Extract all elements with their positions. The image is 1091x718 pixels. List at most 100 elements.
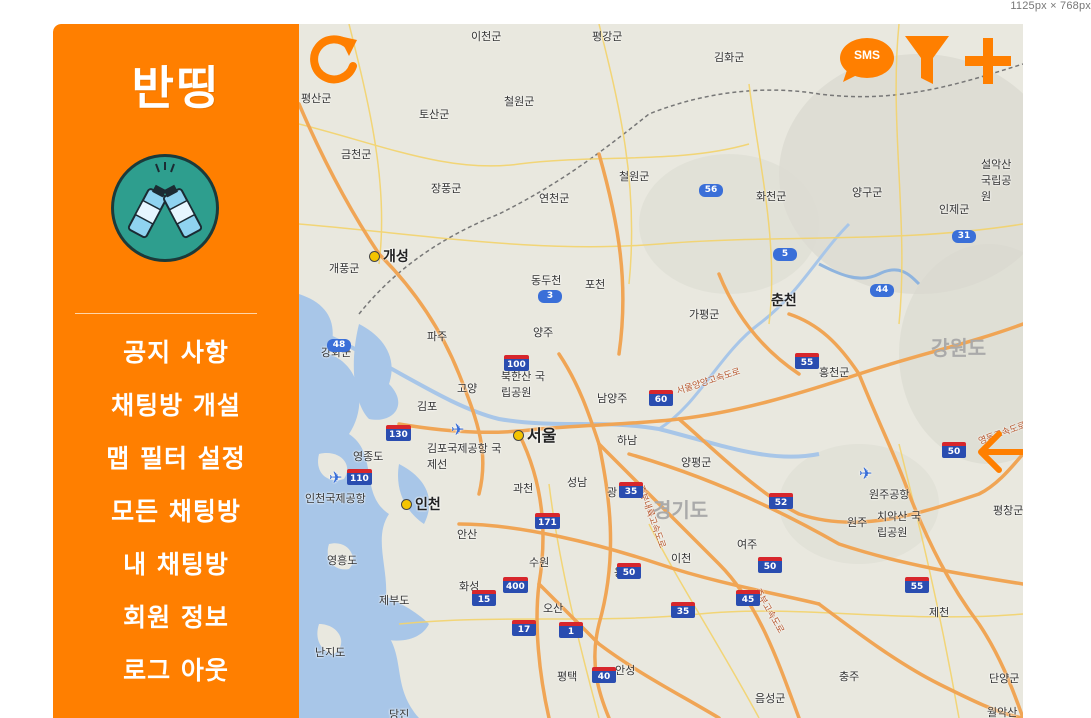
map-label: 파주 xyxy=(427,330,448,343)
route-shield: 110 xyxy=(347,469,372,485)
map-label: 당진 xyxy=(389,708,410,718)
map-label: 오산 xyxy=(543,602,564,615)
map-label: 포천 xyxy=(585,278,606,291)
airport-icon: ✈ xyxy=(859,464,873,483)
brand-title: 반띵 xyxy=(131,61,221,115)
map-label: 영흥도 xyxy=(327,554,358,567)
route-shield: 56 xyxy=(699,184,723,197)
menu-item-logout[interactable]: 로그 아웃 xyxy=(53,644,299,697)
map-label: 철원군 xyxy=(504,95,535,108)
map-label: 홍천군 xyxy=(819,366,850,379)
menu-item-my-chatrooms[interactable]: 내 채팅방 xyxy=(53,538,299,591)
route-shield: 35 xyxy=(671,602,695,618)
map-label: 하남 xyxy=(617,434,638,447)
map-view[interactable]: 이천군 평강군 김화군 평산군 토산군 철원군 금천군 장풍군 연천군 철원군 … xyxy=(299,24,1023,718)
map-label: 장풍군 xyxy=(431,182,462,195)
route-shield: 55 xyxy=(795,353,819,369)
map-label: 단양군 xyxy=(989,672,1020,685)
route-shield: 44 xyxy=(870,284,894,297)
route-shield: 50 xyxy=(942,442,966,458)
menu-item-member-info[interactable]: 회원 정보 xyxy=(53,591,299,644)
map-label: 인제군 xyxy=(939,203,970,216)
map-label: 안산 xyxy=(457,528,478,541)
map-label: 남양주 xyxy=(597,392,628,405)
map-label: 평산군 xyxy=(301,92,332,105)
map-label: 고양 xyxy=(457,382,478,395)
map-label: 제부도 xyxy=(379,594,410,607)
map-label: 철원군 xyxy=(619,170,650,183)
airport-icon: ✈ xyxy=(451,420,465,439)
map-label: 치악산 국립공원 xyxy=(877,510,921,539)
sidebar-menu: 공지 사항 채팅방 개설 맵 필터 설정 모든 채팅방 내 채팅방 회원 정보 … xyxy=(53,326,299,697)
map-label: 인천국제공항 xyxy=(305,492,366,505)
sidebar: 반띵 공지 사항 채팅방 개설 맵 필터 설정 모든 채팅방 내 채팅방 회원 … xyxy=(53,24,299,718)
route-shield: 35 xyxy=(619,482,643,498)
route-shield: 400 xyxy=(503,577,528,593)
map-canvas xyxy=(299,24,1023,718)
map-label: 충주 xyxy=(839,670,860,683)
map-label: 음성군 xyxy=(755,692,786,705)
map-label: 광 xyxy=(607,486,618,499)
map-label: 제천 xyxy=(929,606,950,619)
sms-button[interactable]: SMS xyxy=(839,36,895,84)
route-shield: 17 xyxy=(512,620,536,636)
map-label: 과천 xyxy=(513,482,534,495)
map-label: 안성 xyxy=(615,664,636,677)
route-shield: 60 xyxy=(649,390,673,406)
map-label: 동두천 xyxy=(531,274,562,287)
plus-icon[interactable] xyxy=(963,36,1013,86)
map-label: 이천 xyxy=(671,552,692,565)
route-shield: 130 xyxy=(386,425,411,441)
map-label: 김화군 xyxy=(714,51,745,64)
route-shield: 31 xyxy=(952,230,976,243)
map-label: 평택 xyxy=(557,670,578,683)
menu-item-all-chatrooms[interactable]: 모든 채팅방 xyxy=(53,485,299,538)
map-label: 개풍군 xyxy=(329,262,360,275)
map-label: 평창군 xyxy=(993,504,1023,517)
route-shield: 40 xyxy=(592,667,616,683)
map-label: 성남 xyxy=(567,476,588,489)
map-label: 원주공항 xyxy=(869,488,910,501)
arrow-left-icon[interactable] xyxy=(975,430,1023,474)
menu-item-notice[interactable]: 공지 사항 xyxy=(53,326,299,379)
route-shield: 45 xyxy=(736,590,760,606)
map-label: 김포 xyxy=(417,400,438,413)
route-shield: 5 xyxy=(773,248,797,261)
map-label: 연천군 xyxy=(539,192,570,205)
route-shield: 50 xyxy=(617,563,641,579)
city-label: 서울 xyxy=(513,422,556,446)
map-label: 금천군 xyxy=(341,148,372,161)
map-label: 가평군 xyxy=(689,308,720,321)
route-shield: 3 xyxy=(538,290,562,303)
map-label: 이천군 xyxy=(471,30,502,43)
route-shield: 52 xyxy=(769,493,793,509)
route-shield: 48 xyxy=(327,339,351,352)
map-label: 월악산 xyxy=(987,706,1018,718)
map-label: 평강군 xyxy=(592,30,623,43)
map-label: 양주 xyxy=(533,326,554,339)
map-label: 양평군 xyxy=(681,456,712,469)
filter-icon[interactable] xyxy=(903,34,951,88)
app-window: 반띵 공지 사항 채팅방 개설 맵 필터 설정 모든 채팅방 내 채팅방 회원 … xyxy=(53,24,1023,718)
map-label: 토산군 xyxy=(419,108,450,121)
dimension-label: 1125px × 768px xyxy=(1010,0,1091,12)
sidebar-divider xyxy=(75,313,257,314)
route-shield: 15 xyxy=(472,590,496,606)
route-shield: 55 xyxy=(905,577,929,593)
map-label: 춘천 xyxy=(771,293,797,309)
map-label: 여주 xyxy=(737,538,758,551)
city-label: 개성 xyxy=(369,246,409,266)
map-label: 북한산 국립공원 xyxy=(501,370,545,399)
beverage-toast-icon xyxy=(109,152,221,264)
region-label: 경기도 xyxy=(653,498,709,522)
refresh-icon[interactable] xyxy=(309,32,361,86)
map-label: 영종도 xyxy=(353,450,384,463)
city-label: 인천 xyxy=(401,494,441,514)
menu-item-create-chatroom[interactable]: 채팅방 개설 xyxy=(53,379,299,432)
route-shield: 1 xyxy=(559,622,583,638)
map-label: 설악산 국립공원 xyxy=(981,158,1012,203)
sms-label: SMS xyxy=(853,48,880,62)
menu-item-map-filter[interactable]: 맵 필터 설정 xyxy=(53,432,299,485)
region-label: 강원도 xyxy=(931,336,987,360)
airport-icon: ✈ xyxy=(329,468,343,487)
